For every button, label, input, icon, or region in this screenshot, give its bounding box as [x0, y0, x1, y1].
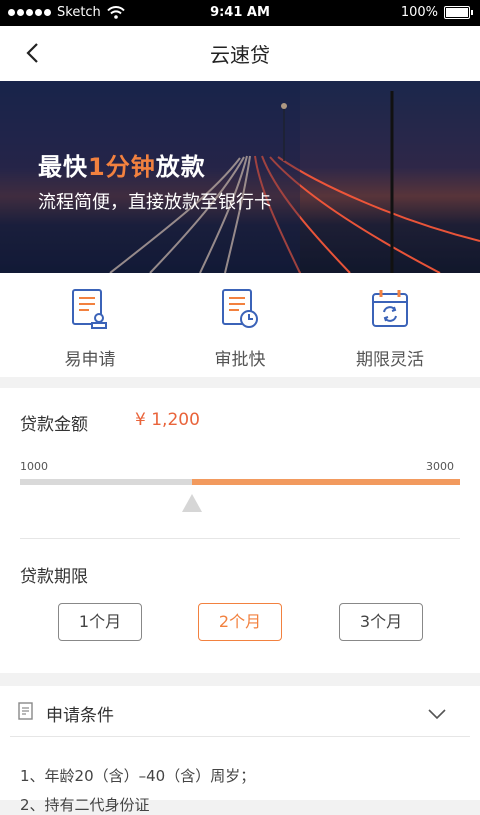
document-edit-icon [18, 702, 33, 720]
amount-slider-fill [191, 479, 460, 485]
conditions-panel: 申请条件 1、年龄20（含）–40（含）周岁； 2、持有二代身份证 [0, 686, 480, 814]
battery-icon [444, 6, 473, 19]
banner-headline: 最快1分钟放款 [38, 147, 206, 182]
headline-highlight: 1分钟 [88, 153, 156, 181]
headline-suffix: 放款 [155, 153, 206, 181]
battery-info: 100% [400, 5, 473, 20]
feature-label: 期限灵活 [356, 350, 424, 370]
feature-flexible-term[interactable]: 期限灵活 [310, 287, 470, 370]
status-bar: Sketch 9:41 AM 100% [0, 0, 480, 26]
promo-banner[interactable]: 最快1分钟放款 流程简便，直接放款至银行卡 [0, 81, 480, 273]
term-option-3-months[interactable]: 3个月 [339, 603, 423, 641]
term-option-1-month[interactable]: 1个月 [58, 603, 142, 641]
feature-label: 易申请 [64, 350, 116, 370]
amount-slider-track[interactable] [20, 479, 460, 485]
page-title: 云速贷 [210, 43, 270, 67]
condition-item: 2、持有二代身份证 [20, 796, 150, 814]
feature-fast-approval[interactable]: 审批快 [160, 287, 320, 370]
apply-form-icon [72, 289, 107, 329]
amount-label: 贷款金额 [20, 415, 88, 435]
clock-document-icon [222, 289, 258, 328]
banner-subline: 流程简便，直接放款至银行卡 [38, 192, 272, 213]
slider-min-label: 1000 [20, 460, 48, 473]
feature-label: 审批快 [214, 350, 266, 370]
chevron-down-icon[interactable] [428, 708, 446, 720]
loan-panel: 贷款金额 ¥ 1,200 1000 3000 贷款期限 1个月 2个月 3个月 [0, 388, 480, 673]
term-option-2-months[interactable]: 2个月 [198, 603, 282, 641]
condition-item: 1、年龄20（含）–40（含）周岁； [20, 767, 256, 785]
divider [10, 736, 470, 737]
amount-value: ¥ 1,200 [135, 410, 200, 430]
divider [20, 538, 460, 539]
nav-bar: 云速贷 [0, 26, 480, 81]
conditions-label: 申请条件 [46, 706, 114, 726]
term-label: 贷款期限 [20, 567, 88, 587]
feature-row: 易申请 审批快 期限灵活 [0, 273, 480, 377]
battery-percent: 100% [400, 5, 438, 20]
headline-prefix: 最快 [38, 153, 88, 181]
slider-max-label: 3000 [426, 460, 454, 473]
amount-slider-thumb[interactable] [181, 494, 202, 512]
calendar-refresh-icon [372, 290, 408, 327]
feature-easy-apply[interactable]: 易申请 [10, 287, 170, 370]
